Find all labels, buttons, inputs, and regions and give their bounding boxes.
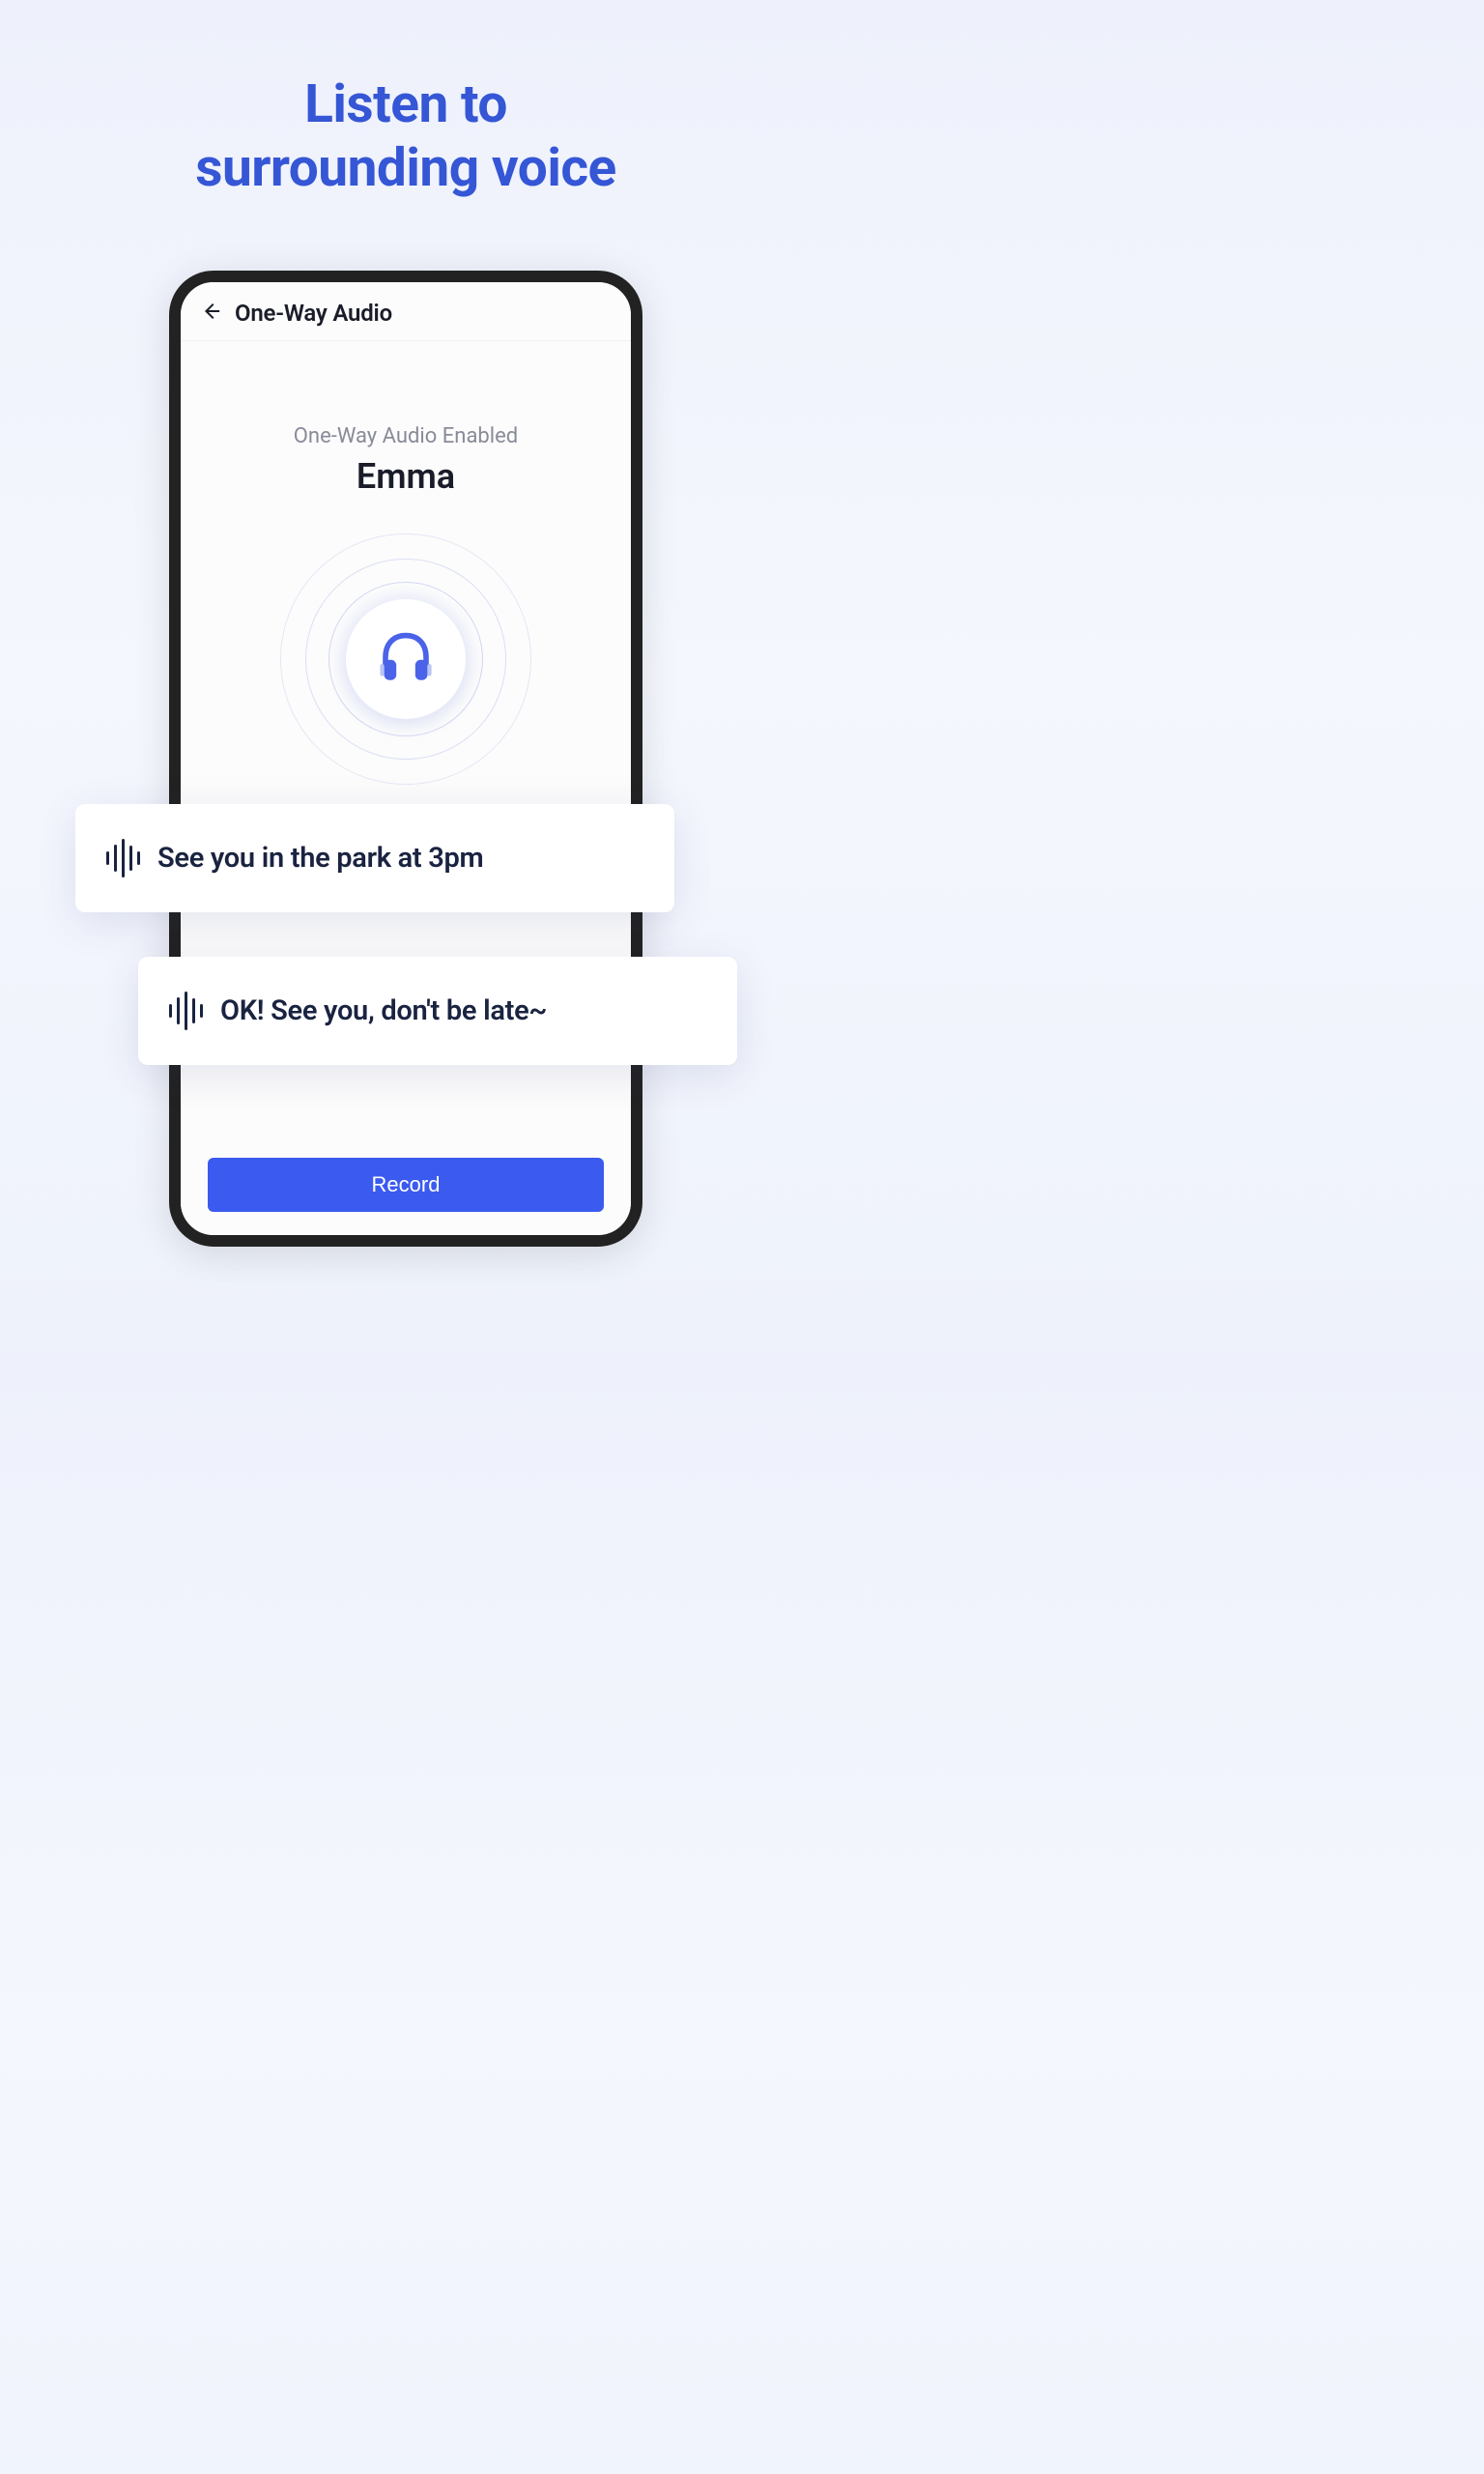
audio-disc: [346, 599, 466, 719]
app-header: One-Way Audio: [181, 282, 631, 341]
headphones-icon: [372, 623, 440, 695]
transcript-text: OK! See you, don't be late~: [220, 994, 547, 1027]
page-title: One-Way Audio: [235, 300, 392, 327]
hero-title: Listen to surrounding voice: [0, 0, 812, 200]
transcript-text: See you in the park at 3pm: [157, 842, 483, 875]
sound-wave-icon: [106, 839, 140, 877]
phone-screen: One-Way Audio One-Way Audio Enabled Emma: [181, 282, 631, 1235]
back-arrow-icon[interactable]: [200, 301, 221, 326]
target-name: Emma: [181, 456, 631, 497]
status-text: One-Way Audio Enabled: [181, 424, 631, 448]
hero-title-line1: Listen to: [0, 72, 812, 136]
audio-visualizer: [280, 533, 531, 785]
transcript-bubble: See you in the park at 3pm: [75, 804, 674, 912]
hero-title-line2: surrounding voice: [0, 136, 812, 200]
transcript-bubble: OK! See you, don't be late~: [138, 957, 737, 1065]
main-content: One-Way Audio Enabled Emma: [181, 341, 631, 785]
record-button[interactable]: Record: [208, 1158, 604, 1212]
phone-frame: One-Way Audio One-Way Audio Enabled Emma: [169, 271, 642, 1247]
sound-wave-icon: [169, 992, 203, 1030]
